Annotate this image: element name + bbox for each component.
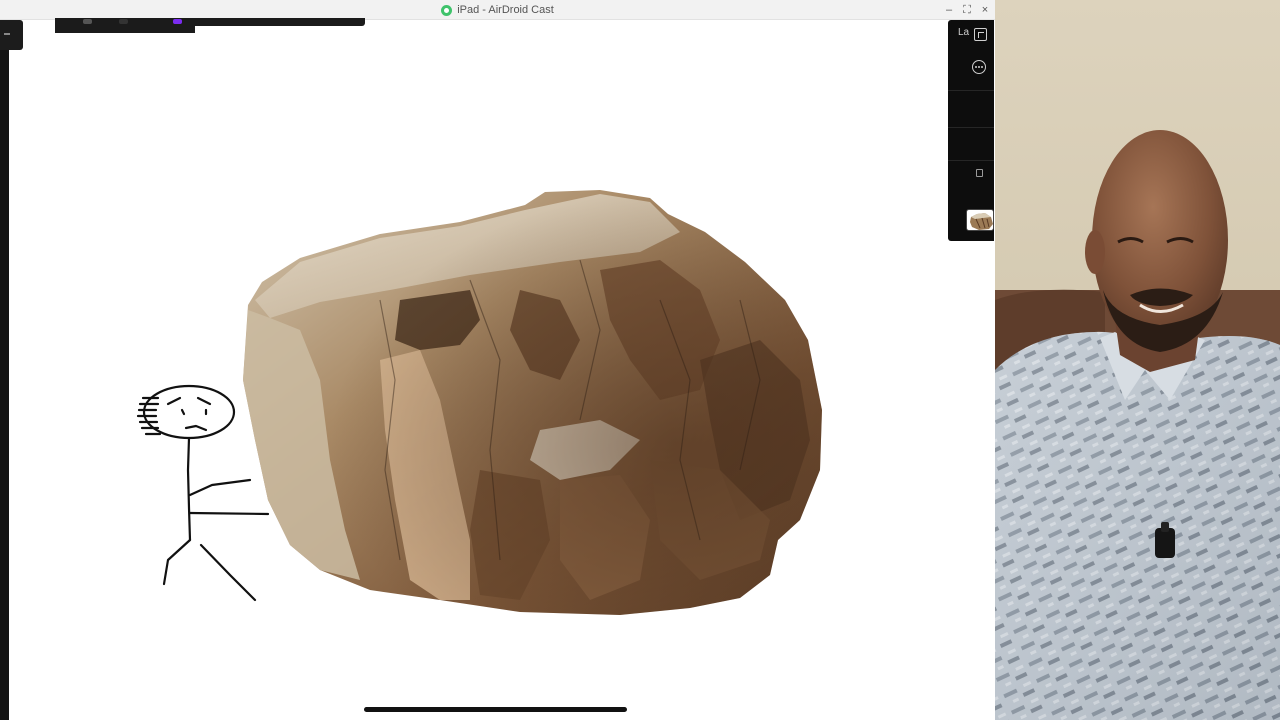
drawing-canvas[interactable] — [9, 20, 995, 720]
fullscreen-button[interactable]: ⛶ — [961, 2, 973, 18]
panel-divider — [948, 90, 994, 91]
window-title: iPad - AirDroid Cast — [457, 4, 554, 16]
close-button[interactable]: × — [979, 2, 991, 18]
webcam-feed — [995, 0, 1280, 720]
tool-icon[interactable] — [83, 19, 92, 24]
rock-image[interactable] — [243, 190, 822, 615]
tool-icon[interactable] — [119, 19, 128, 24]
top-toolbar-tools — [55, 18, 195, 33]
sidebar-toggle-button[interactable] — [0, 20, 23, 50]
airdroid-cast-icon — [441, 4, 453, 16]
minimize-button[interactable]: – — [943, 2, 955, 18]
screen: iPad - AirDroid Cast – ⛶ × La — [0, 0, 1280, 720]
title-bar[interactable]: iPad - AirDroid Cast – ⛶ × — [0, 0, 995, 20]
panel-divider — [948, 127, 994, 128]
panel-divider — [948, 160, 994, 161]
rock-thumbnail-icon — [970, 213, 993, 230]
lock-icon[interactable] — [976, 169, 983, 177]
layer-thumbnail[interactable] — [966, 209, 994, 231]
cast-window: iPad - AirDroid Cast – ⛶ × La — [0, 0, 995, 720]
layers-panel: La — [948, 20, 994, 241]
home-indicator[interactable] — [364, 707, 627, 712]
layers-label: La — [958, 27, 970, 38]
more-options-icon[interactable] — [972, 60, 986, 74]
color-swatch-icon[interactable] — [173, 19, 182, 24]
left-tool-rail — [0, 20, 9, 720]
layers-icon[interactable] — [974, 28, 987, 41]
canvas-artwork — [136, 190, 822, 615]
lapel-mic-icon — [1155, 528, 1175, 558]
presenter-video — [995, 0, 1280, 720]
stick-figure-drawing[interactable] — [136, 384, 270, 602]
